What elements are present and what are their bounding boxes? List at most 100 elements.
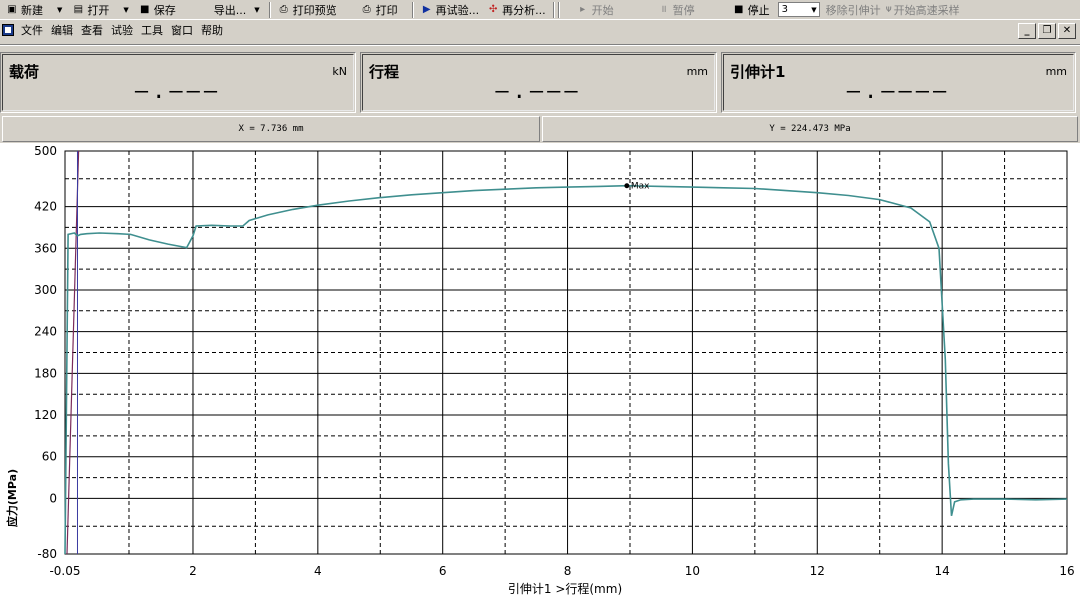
retest-icon: ▶ — [422, 3, 431, 15]
remove-extensometer-label: 移除引伸计 — [825, 3, 881, 17]
y-tick-label: 0 — [49, 491, 57, 505]
x-tick-label: 16 — [1059, 564, 1074, 578]
divider — [0, 44, 1080, 46]
x-tick-label: 10 — [685, 564, 700, 578]
extensometer-panel-unit: mm — [1045, 65, 1067, 78]
x-tick-label: 8 — [564, 564, 572, 578]
y-coordinate-readout: Y = 224.473 MPa — [542, 116, 1078, 142]
y-tick-label: 120 — [34, 408, 57, 422]
x-coordinate-text: X = 7.736 mm — [238, 124, 304, 134]
x-coordinate-readout: X = 7.736 mm — [2, 116, 540, 142]
x-tick-label: 4 — [314, 564, 322, 578]
export-button[interactable]: 导出... — [210, 1, 251, 19]
x-tick-label: 6 — [439, 564, 447, 578]
load-panel: 载荷 kN —.——— — [0, 52, 356, 113]
open-dropdown-arrow-icon[interactable]: ▼ — [123, 6, 128, 14]
export-button-label: 导出... — [213, 3, 247, 17]
save-button-label: 保存 — [153, 3, 176, 17]
reanalyze-button[interactable]: ✣ 再分析... — [483, 1, 550, 19]
y-tick-label: 240 — [34, 325, 57, 339]
menu-bar: 文件 编辑 查看 试验 工具 窗口 帮助 — [0, 20, 1080, 39]
y-tick-label: 60 — [42, 450, 57, 464]
app-document-icon[interactable] — [2, 23, 14, 36]
new-dropdown-arrow-icon[interactable]: ▼ — [57, 6, 62, 14]
y-tick-label: 180 — [34, 366, 57, 380]
new-button-label: 新建 — [21, 3, 43, 17]
minimize-button[interactable]: _ — [1018, 23, 1036, 39]
x-tick-label: -0.05 — [49, 564, 80, 578]
sampling-icon: ᴪ — [885, 3, 892, 15]
extensometer-panel-frame: 引伸计1 mm —.———— — [723, 54, 1074, 111]
y-tick-label: -80 — [37, 547, 57, 561]
menu-view[interactable]: 查看 — [77, 22, 107, 38]
toolbar-separator — [552, 1, 555, 18]
x-tick-label: 12 — [810, 564, 825, 578]
minimize-icon: _ — [1024, 25, 1030, 36]
window-controls: _ ❐ ✕ — [1018, 23, 1076, 39]
play-icon: ▸ — [580, 3, 586, 15]
pause-icon: ॥ — [660, 3, 667, 15]
max-point-label: Max — [631, 182, 650, 192]
menu-help[interactable]: 帮助 — [197, 22, 227, 38]
chevron-down-icon: ▼ — [811, 5, 817, 14]
y-axis-title: 应力(MPa) — [5, 469, 19, 527]
print-button-label: 打印 — [375, 3, 398, 17]
stop-button[interactable]: ■ 停止 — [729, 1, 774, 19]
close-button[interactable]: ✕ — [1058, 23, 1076, 39]
restore-button[interactable]: ❐ — [1038, 23, 1056, 39]
channel-select[interactable]: 3 ▼ — [777, 2, 820, 17]
print-preview-icon: ⎙ — [279, 3, 288, 15]
new-button[interactable]: ▣ 新建 — [2, 1, 47, 19]
y-tick-label: 360 — [34, 241, 57, 255]
stroke-panel-frame: 行程 mm —.——— — [362, 54, 715, 111]
x-tick-label: 14 — [934, 564, 949, 578]
y-tick-label: 420 — [34, 200, 57, 214]
floppy-disk-icon: ■ — [140, 3, 150, 15]
extensometer-panel: 引伸计1 mm —.———— — [721, 52, 1076, 113]
toolbar: ▣ 新建 ▼ ▤ 打开 ▼ ■ 保存 导出... ▼ ⎙ 打印预览 ⎙ 打印 ▶ 再试验..… — [0, 0, 1080, 20]
toolbar-separator — [268, 1, 271, 18]
menu-file[interactable]: 文件 — [17, 22, 47, 38]
stop-icon: ■ — [733, 3, 744, 15]
menu-window[interactable]: 窗口 — [167, 22, 197, 38]
menu-test[interactable]: 试验 — [107, 22, 137, 38]
retest-button[interactable]: ▶ 再试验... — [417, 1, 484, 19]
save-button[interactable]: ■ 保存 — [135, 1, 180, 19]
printer-icon: ⎙ — [362, 3, 371, 15]
stress-strain-chart[interactable]: -0.05 2 4 6 8 10 12 14 16 500 420 360 300 240 180 120 60… — [0, 143, 1080, 598]
print-preview-label: 打印预览 — [292, 3, 337, 17]
retest-button-label: 再试验... — [435, 3, 480, 17]
remove-extensometer-button[interactable]: 移除引伸计 — [824, 1, 883, 19]
stroke-panel-value: —.——— — [495, 79, 582, 104]
high-speed-sampling-label: 开始高速采样 — [893, 3, 960, 17]
toolbar-separator — [411, 1, 414, 18]
menu-edit[interactable]: 编辑 — [47, 22, 77, 38]
load-panel-frame: 载荷 kN —.——— — [2, 54, 354, 111]
menu-tools[interactable]: 工具 — [137, 22, 167, 38]
print-preview-button[interactable]: ⎙ 打印预览 — [274, 1, 341, 19]
y-coordinate-text: Y = 224.473 MPa — [769, 124, 851, 134]
pause-button-label: 暂停 — [672, 3, 695, 17]
pause-button[interactable]: ॥ 暂停 — [654, 1, 699, 19]
new-document-icon: ▣ — [7, 3, 17, 15]
folder-open-icon: ▤ — [73, 3, 84, 15]
open-button-label: 打开 — [87, 3, 110, 17]
max-point-marker — [624, 183, 630, 189]
close-icon: ✕ — [1062, 25, 1072, 36]
x-axis-title: 引伸计1 >行程(mm) — [508, 581, 622, 596]
restore-icon: ❐ — [1042, 25, 1052, 36]
toolbar-separator — [557, 1, 560, 18]
extensometer-panel-value: —.———— — [846, 79, 951, 104]
reanalyze-icon: ✣ — [488, 3, 498, 15]
stroke-panel-unit: mm — [686, 65, 708, 78]
channel-select-value: 3 — [781, 4, 789, 15]
reanalyze-button-label: 再分析... — [502, 3, 546, 17]
chart-svg[interactable]: -0.05 2 4 6 8 10 12 14 16 500 420 360 300 240 180 120 60… — [0, 143, 1080, 598]
export-dropdown-arrow-icon[interactable]: ▼ — [254, 6, 259, 14]
high-speed-sampling-button[interactable]: ᴪ 开始高速采样 — [883, 1, 962, 19]
start-button[interactable]: ▸ 开始 — [573, 1, 618, 19]
stroke-panel: 行程 mm —.——— — [360, 52, 717, 113]
open-button[interactable]: ▤ 打开 — [68, 1, 113, 19]
print-button[interactable]: ⎙ 打印 — [357, 1, 402, 19]
stop-button-label: 停止 — [747, 3, 770, 17]
